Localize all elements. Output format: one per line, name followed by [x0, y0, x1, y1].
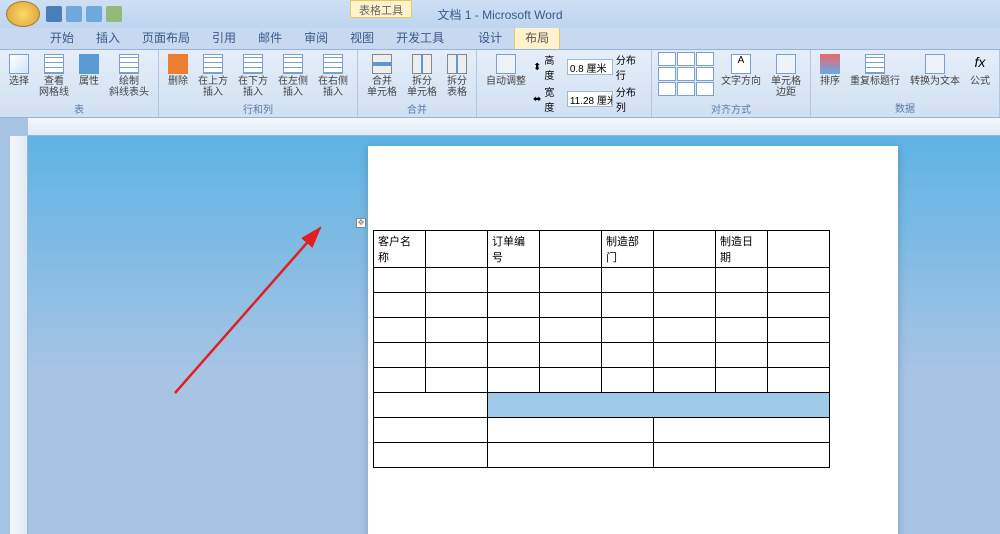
align-mc[interactable]	[677, 67, 695, 81]
office-button[interactable]	[6, 1, 40, 27]
width-icon: ⬌	[533, 94, 541, 105]
tab-view[interactable]: 视图	[340, 26, 384, 49]
header-cell[interactable]: 客户名称	[374, 231, 426, 268]
document-table[interactable]: 客户名称 订单编号 制造部门 制造日期	[373, 230, 830, 468]
split-table-button[interactable]: 拆分 表格	[444, 52, 470, 100]
context-tab-label: 表格工具	[350, 0, 412, 18]
table-row[interactable]	[374, 368, 830, 393]
workspace: ✥ 客户名称 订单编号 制造部门 制造日期	[0, 118, 1000, 534]
table-row[interactable]	[374, 343, 830, 368]
table-cell[interactable]	[654, 231, 716, 268]
document-area[interactable]: ✥ 客户名称 订单编号 制造部门 制造日期	[28, 136, 1000, 534]
tab-insert[interactable]: 插入	[86, 26, 130, 49]
group-label: 对齐方式	[658, 100, 804, 116]
table-row[interactable]	[374, 318, 830, 343]
view-gridlines-button[interactable]: 查看 网格线	[36, 52, 72, 100]
draw-diagonal-button[interactable]: 绘制 斜线表头	[106, 52, 152, 100]
table-move-handle[interactable]: ✥	[356, 218, 366, 228]
tab-review[interactable]: 审阅	[294, 26, 338, 49]
autofit-button[interactable]: 自动调整	[483, 52, 529, 89]
delete-button[interactable]: 删除	[165, 52, 191, 89]
align-tl[interactable]	[658, 52, 676, 66]
undo-icon[interactable]	[66, 6, 82, 22]
tab-page-layout[interactable]: 页面布局	[132, 26, 200, 49]
properties-button[interactable]: 属性	[76, 52, 102, 89]
group-label: 表	[6, 100, 152, 116]
align-tc[interactable]	[677, 52, 695, 66]
dist-rows-button[interactable]: 分布行	[616, 52, 645, 82]
sort-button[interactable]: 排序	[817, 52, 843, 89]
merge-cells-button[interactable]: 合并 单元格	[364, 52, 400, 100]
insert-below-button[interactable]: 在下方 插入	[235, 52, 271, 100]
height-icon: ⬍	[533, 62, 541, 73]
header-cell[interactable]: 制造部门	[602, 231, 654, 268]
title-bar: 表格工具 文档 1 - Microsoft Word	[0, 0, 1000, 28]
align-tr[interactable]	[696, 52, 714, 66]
insert-above-button[interactable]: 在上方 插入	[195, 52, 231, 100]
insert-left-button[interactable]: 在左侧 插入	[275, 52, 311, 100]
header-cell[interactable]: 订单编号	[488, 231, 540, 268]
page[interactable]: ✥ 客户名称 订单编号 制造部门 制造日期	[368, 146, 898, 534]
group-data: 排序 重复标题行 转换为文本 fx公式 数据	[811, 50, 1000, 117]
redo-icon[interactable]	[86, 6, 102, 22]
table-row[interactable]	[374, 418, 830, 443]
split-cells-button[interactable]: 拆分 单元格	[404, 52, 440, 100]
tab-references[interactable]: 引用	[202, 26, 246, 49]
group-label: 数据	[817, 99, 993, 115]
text-direction-button[interactable]: A文字方向	[718, 52, 764, 89]
window-title: 文档 1 - Microsoft Word	[437, 6, 562, 23]
height-label: 高度	[544, 52, 563, 82]
selected-cells[interactable]	[488, 393, 830, 418]
tab-mailings[interactable]: 邮件	[248, 26, 292, 49]
table-row[interactable]: 客户名称 订单编号 制造部门 制造日期	[374, 231, 830, 268]
vertical-ruler[interactable]	[10, 136, 28, 534]
group-label: 合并	[364, 100, 470, 116]
table-row[interactable]	[374, 443, 830, 468]
align-br[interactable]	[696, 82, 714, 96]
height-input[interactable]	[567, 59, 613, 75]
insert-right-button[interactable]: 在右侧 插入	[315, 52, 351, 100]
tabs-row: 开始 插入 页面布局 引用 邮件 审阅 视图 开发工具 设计 布局	[0, 28, 1000, 50]
tab-developer[interactable]: 开发工具	[386, 26, 454, 49]
tab-home[interactable]: 开始	[40, 26, 84, 49]
quick-access-toolbar	[46, 6, 122, 22]
convert-text-button[interactable]: 转换为文本	[907, 52, 963, 89]
repeat-header-button[interactable]: 重复标题行	[847, 52, 903, 89]
align-bc[interactable]	[677, 82, 695, 96]
group-rows-cols: 删除 在上方 插入 在下方 插入 在左侧 插入 在右侧 插入 行和列	[159, 50, 358, 117]
formula-button[interactable]: fx公式	[967, 52, 993, 89]
save-icon[interactable]	[46, 6, 62, 22]
table-cell[interactable]	[540, 231, 602, 268]
horizontal-ruler[interactable]	[28, 118, 1000, 136]
alignment-grid	[658, 52, 714, 96]
ribbon: 选择 查看 网格线 属性 绘制 斜线表头 表 删除 在上方 插入 在下方 插入 …	[0, 50, 1000, 118]
select-button[interactable]: 选择	[6, 52, 32, 89]
align-mr[interactable]	[696, 67, 714, 81]
table-cell[interactable]	[768, 231, 830, 268]
dist-cols-button[interactable]: 分布列	[616, 84, 645, 114]
group-merge: 合并 单元格 拆分 单元格 拆分 表格 合并	[358, 50, 477, 117]
header-cell[interactable]: 制造日期	[716, 231, 768, 268]
align-bl[interactable]	[658, 82, 676, 96]
group-table: 选择 查看 网格线 属性 绘制 斜线表头 表	[0, 50, 159, 117]
group-cell-size: 自动调整 ⬍高度分布行 ⬌宽度分布列 单元格大小	[477, 50, 652, 117]
align-ml[interactable]	[658, 67, 676, 81]
tab-table-design[interactable]: 设计	[468, 26, 512, 49]
width-label: 宽度	[544, 84, 563, 114]
width-input[interactable]	[567, 91, 613, 107]
table-cell[interactable]	[426, 231, 488, 268]
table-row[interactable]	[374, 293, 830, 318]
table-row[interactable]	[374, 393, 830, 418]
tab-table-layout[interactable]: 布局	[514, 25, 560, 49]
table-cell[interactable]	[374, 393, 488, 418]
table-row[interactable]	[374, 268, 830, 293]
group-alignment: A文字方向 单元格 边距 对齐方式	[652, 50, 811, 117]
cell-margins-button[interactable]: 单元格 边距	[768, 52, 804, 100]
group-label: 行和列	[165, 100, 351, 116]
print-icon[interactable]	[106, 6, 122, 22]
